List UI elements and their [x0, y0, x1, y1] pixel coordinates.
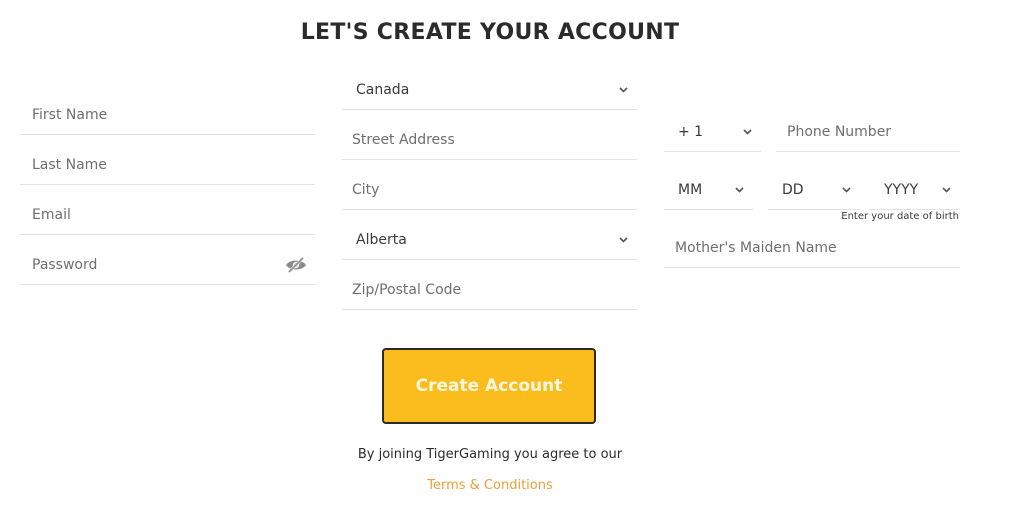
maiden-name-field[interactable] — [664, 228, 960, 268]
dob-hint: Enter your date of birth — [841, 211, 959, 222]
street-address-input[interactable] — [342, 120, 637, 159]
terms-conditions-link[interactable]: Terms & Conditions — [0, 478, 980, 493]
first-name-input[interactable] — [20, 95, 315, 134]
last-name-field[interactable] — [20, 145, 315, 185]
chevron-down-icon — [739, 124, 755, 140]
country-select[interactable]: Canada — [342, 70, 637, 110]
chevron-down-icon — [938, 182, 954, 198]
password-field[interactable] — [20, 245, 315, 285]
password-input[interactable] — [20, 245, 315, 284]
dob-day-select[interactable]: DD — [768, 170, 860, 210]
last-name-input[interactable] — [20, 145, 315, 184]
create-account-button[interactable]: Create Account — [382, 348, 596, 424]
province-select-value: Alberta — [356, 231, 407, 248]
dob-year-select[interactable]: YYYY — [870, 170, 960, 210]
email-field[interactable] — [20, 195, 315, 235]
phone-number-field[interactable] — [776, 112, 960, 152]
chevron-down-icon — [615, 82, 631, 98]
phone-number-input[interactable] — [776, 112, 960, 151]
maiden-name-input[interactable] — [664, 228, 960, 267]
chevron-down-icon — [838, 182, 854, 198]
dob-month-value: MM — [678, 181, 703, 198]
signup-page: LET'S CREATE YOUR ACCOUNT Canada — [0, 0, 1024, 522]
postal-code-input[interactable] — [342, 270, 637, 309]
agreement-text: By joining TigerGaming you agree to our — [357, 447, 623, 462]
country-code-value: + 1 — [678, 123, 704, 140]
email-input[interactable] — [20, 195, 315, 234]
chevron-down-icon — [615, 232, 631, 248]
province-select[interactable]: Alberta — [342, 220, 637, 260]
city-input[interactable] — [342, 170, 637, 209]
dob-month-select[interactable]: MM — [664, 170, 753, 210]
street-address-field[interactable] — [342, 120, 637, 160]
chevron-down-icon — [731, 182, 747, 198]
page-title: LET'S CREATE YOUR ACCOUNT — [300, 20, 680, 45]
eye-slash-icon[interactable] — [285, 256, 307, 274]
first-name-field[interactable] — [20, 95, 315, 135]
country-code-select[interactable]: + 1 — [664, 112, 761, 152]
postal-code-field[interactable] — [342, 270, 637, 310]
city-field[interactable] — [342, 170, 637, 210]
dob-year-value: YYYY — [884, 181, 919, 198]
dob-day-value: DD — [782, 181, 804, 198]
country-select-value: Canada — [356, 81, 410, 98]
